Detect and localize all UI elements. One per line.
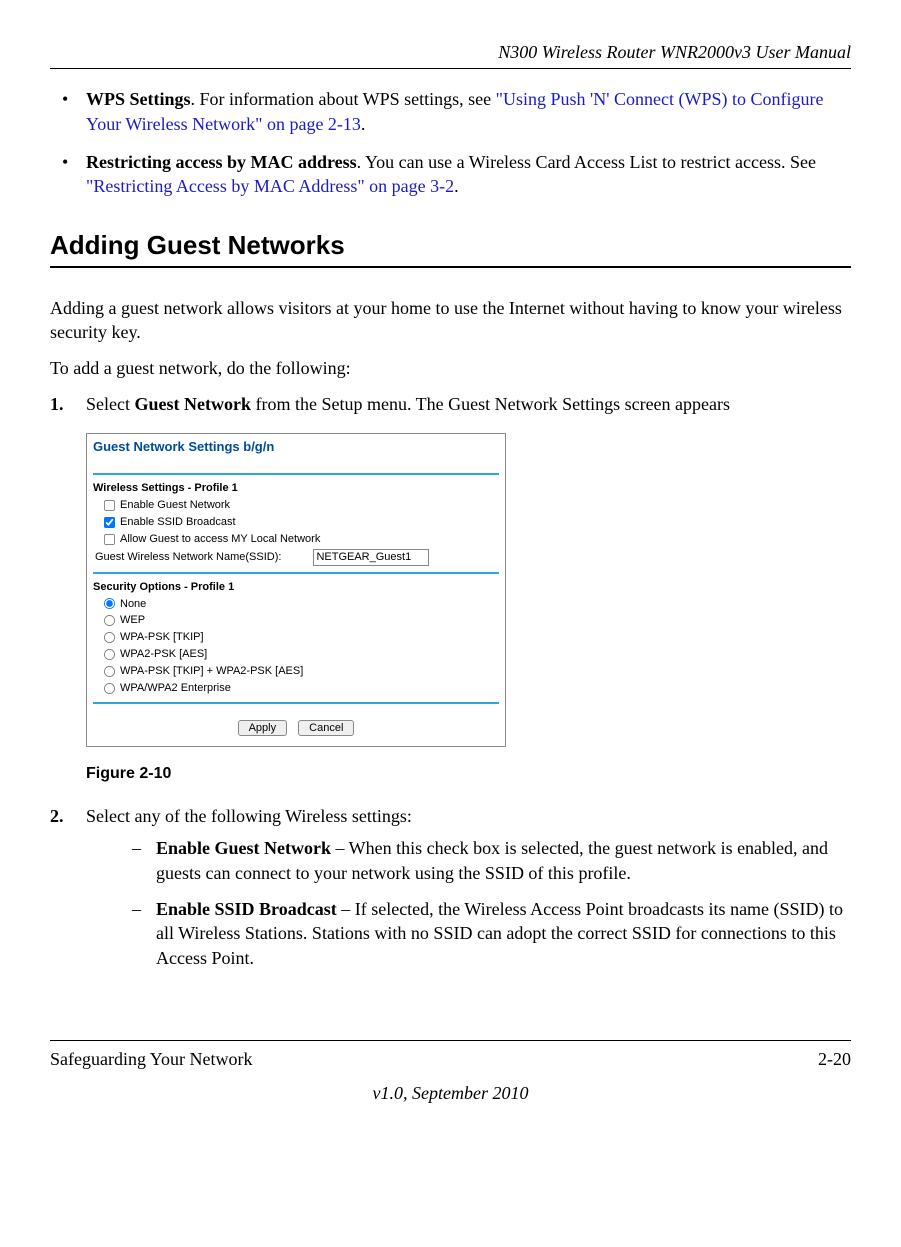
label-enable-guest: Enable Guest Network [120,498,230,513]
footer-right: 2-20 [818,1047,851,1071]
step-1-text-after: from the Setup menu. The Guest Network S… [251,394,730,414]
checkbox-allow-guest[interactable] [104,534,115,545]
section-heading: Adding Guest Networks [50,228,851,263]
label-wep: WEP [120,613,145,628]
label-wpa2-aes: WPA2-PSK [AES] [120,647,207,662]
ss-wireless-label: Wireless Settings - Profile 1 [93,481,499,496]
step-1: 1. Select Guest Network from the Setup m… [50,392,851,416]
ss-title: Guest Network Settings b/g/n [93,438,499,456]
ss-divider-3 [93,702,499,704]
checkbox-enable-ssid[interactable] [104,517,115,528]
radio-wpa-tkip[interactable] [104,632,115,643]
label-none: None [120,597,146,612]
radio-enterprise[interactable] [104,683,115,694]
label-enterprise: WPA/WPA2 Enterprise [120,681,231,696]
footer-left: Safeguarding Your Network [50,1047,252,1071]
bullet-wps-bold: WPS Settings [86,89,191,109]
bullet-wps-text2: . [361,114,366,134]
bullet-mac-text2: . [454,176,459,196]
sub-enable-guest: Enable Guest Network – When this check b… [122,836,851,885]
radio-none[interactable] [104,598,115,609]
sub-enable-guest-bold: Enable Guest Network [156,838,331,858]
bullet-mac-text1: . You can use a Wireless Card Access Lis… [357,152,816,172]
radio-wpa-mixed[interactable] [104,666,115,677]
bullet-mac: Restricting access by MAC address. You c… [50,150,851,199]
cancel-button[interactable]: Cancel [298,720,354,736]
figure-caption: Figure 2-10 [86,763,851,785]
top-bullets: WPS Settings. For information about WPS … [50,87,851,198]
apply-button[interactable]: Apply [238,720,288,736]
step-1-number: 1. [50,392,64,416]
bullet-mac-link[interactable]: "Restricting Access by MAC Address" on p… [86,176,454,196]
label-allow-guest: Allow Guest to access MY Local Network [120,532,320,547]
step-1-bold: Guest Network [134,394,250,414]
ssid-label: Guest Wireless Network Name(SSID): [95,550,281,565]
bullet-wps-text1: . For information about WPS settings, se… [191,89,496,109]
intro-paragraph-1: Adding a guest network allows visitors a… [50,296,851,345]
ss-security-label: Security Options - Profile 1 [93,580,499,595]
manual-title: N300 Wireless Router WNR2000v3 User Manu… [50,40,851,64]
intro-paragraph-2: To add a guest network, do the following… [50,356,851,380]
bullet-mac-bold: Restricting access by MAC address [86,152,357,172]
step-1-text-before: Select [86,394,134,414]
section-divider [50,266,851,268]
label-wpa-tkip: WPA-PSK [TKIP] [120,630,204,645]
sub-enable-ssid-bold: Enable SSID Broadcast [156,899,337,919]
ss-divider-1 [93,473,499,475]
footer-center: v1.0, September 2010 [50,1081,851,1105]
header-divider [50,68,851,69]
footer-divider [50,1040,851,1041]
bullet-wps: WPS Settings. For information about WPS … [50,87,851,136]
label-wpa-mixed: WPA-PSK [TKIP] + WPA2-PSK [AES] [120,664,303,679]
guest-network-screenshot: Guest Network Settings b/g/n Wireless Se… [86,433,506,747]
radio-wep[interactable] [104,615,115,626]
label-enable-ssid: Enable SSID Broadcast [120,515,236,530]
ss-divider-2 [93,572,499,574]
sub-enable-ssid: Enable SSID Broadcast – If selected, the… [122,897,851,970]
checkbox-enable-guest[interactable] [104,500,115,511]
ssid-input[interactable] [313,549,429,566]
step-2: 2. Select any of the following Wireless … [50,804,851,970]
footer: Safeguarding Your Network 2-20 v1.0, Sep… [50,1040,851,1106]
step-2-number: 2. [50,804,64,828]
step-2-text: Select any of the following Wireless set… [86,806,412,826]
radio-wpa2-aes[interactable] [104,649,115,660]
